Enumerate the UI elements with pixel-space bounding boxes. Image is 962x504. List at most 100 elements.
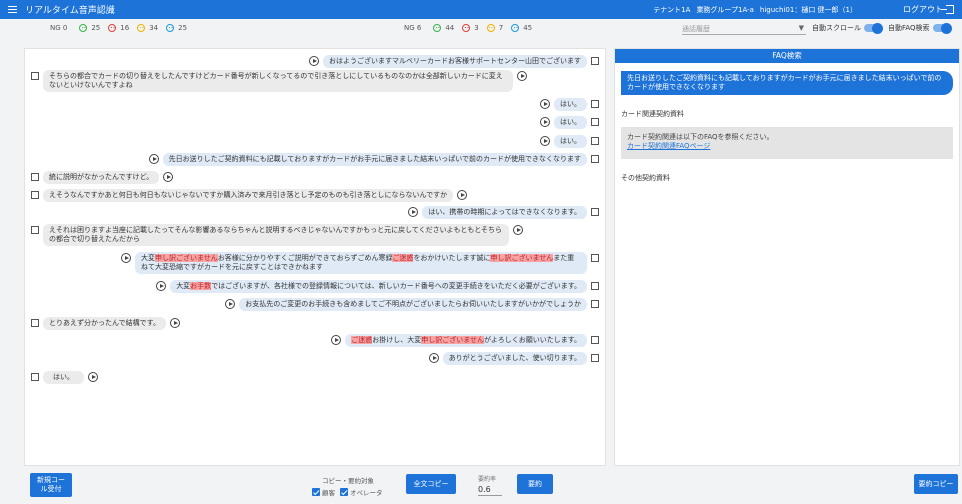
- message-checkbox[interactable]: [31, 173, 39, 181]
- message-customer: えそうなんですかあと何日も何日もないじゃないですか購入済みで来月引き落とし予定の…: [31, 189, 468, 202]
- text-segment: をおかけいたします誠に: [413, 254, 491, 262]
- message-text: はい。: [43, 371, 84, 384]
- message-text: そちらの都合でカードの切り替えをしたんですけどカード番号が新しくなってるので引き…: [43, 70, 513, 92]
- play-icon[interactable]: [88, 372, 98, 382]
- message-text: おはようございますマルベリーカードお客様サポートセンター山田でございます: [323, 55, 587, 68]
- message-checkbox[interactable]: [591, 336, 599, 344]
- play-icon[interactable]: [148, 154, 159, 164]
- customer-smile-count: 25: [91, 24, 101, 32]
- message-operator: 大変お手数ではございますが、各社様での登録情報については、新しいカード番号への変…: [156, 280, 599, 293]
- chevron-down-icon: ▼: [798, 24, 804, 32]
- call-history-placeholder: 通話履歴: [682, 25, 710, 33]
- play-icon[interactable]: [309, 56, 319, 66]
- copy-operator-checkbox[interactable]: [340, 488, 348, 496]
- faq-section-card: カード関連契約資料: [621, 110, 684, 118]
- calm-face-icon: [166, 24, 175, 32]
- message-text: 大変申し訳ございませんお客様に分かりやすくご説明ができておらずごめん寒録ご迷惑を…: [135, 252, 587, 274]
- message-checkbox[interactable]: [591, 57, 599, 65]
- play-icon[interactable]: [156, 281, 167, 291]
- operator-calm-count: 45: [523, 24, 533, 32]
- message-checkbox[interactable]: [591, 137, 599, 145]
- message-text: えそれは困りますよ当座に記載したってそんな影響あるならちゃんと説明するべきじゃな…: [43, 224, 509, 246]
- neutral-face-icon: [137, 24, 146, 32]
- play-icon[interactable]: [517, 71, 527, 81]
- message-operator: 先日お送りしたご契約資料にも記載しておりますがカードがお手元に届きました結末いっ…: [148, 153, 599, 166]
- message-checkbox[interactable]: [591, 300, 599, 308]
- auto-faq-label: 自動FAQ検索: [888, 24, 930, 32]
- message-checkbox[interactable]: [591, 282, 599, 290]
- message-checkbox[interactable]: [591, 118, 599, 126]
- message-checkbox[interactable]: [31, 373, 39, 381]
- play-icon[interactable]: [540, 136, 550, 146]
- text-segment: お客様に分かりやすくご説明ができておらずごめん寒録: [217, 254, 393, 262]
- summary-copy-label: 要約コピー: [918, 479, 954, 488]
- user-info: テナント1A 業務グループ1A-a higuchi01：樋口 健一郎（1） ログ…: [653, 0, 954, 19]
- message-operator: ありがとうございました、使い切ります。: [428, 352, 599, 365]
- auto-faq-control: 自動FAQ検索: [888, 21, 952, 35]
- message-checkbox[interactable]: [31, 72, 39, 80]
- transcript-panel[interactable]: おはようございますマルベリーカードお客様サポートセンター山田でございます そちら…: [24, 48, 606, 466]
- message-checkbox[interactable]: [31, 191, 39, 199]
- copy-operator-label: オペレータ: [350, 489, 383, 497]
- play-icon[interactable]: [169, 318, 180, 328]
- call-history-select[interactable]: 通話履歴 ▼: [682, 21, 806, 35]
- message-text: えそうなんですかあと何日も何日もないじゃないですか購入済みで来月引き落とし予定の…: [43, 189, 454, 202]
- summary-ratio-field[interactable]: 要約率 0.6: [478, 474, 502, 496]
- ng-word-highlight: ご迷惑: [351, 336, 373, 344]
- message-checkbox[interactable]: [31, 319, 39, 327]
- full-copy-button[interactable]: 全文コピー: [406, 474, 456, 494]
- message-customer: そちらの都合でカードの切り替えをしたんですけどカード番号が新しくなってるので引き…: [31, 70, 527, 92]
- message-operator: はい。: [540, 116, 599, 129]
- faq-result-card: カード契約関連は以下のFAQを参照ください。 カード契約関連FAQページ: [621, 127, 953, 159]
- auto-scroll-toggle[interactable]: [864, 22, 883, 34]
- message-checkbox[interactable]: [591, 155, 599, 163]
- message-text: お支払先のご変更のお手続きも含めましてご不明点がございましたらお伺いいたしますが…: [239, 298, 587, 311]
- summarize-label: 要約: [528, 479, 542, 488]
- operator-smile-count: 44: [445, 24, 455, 32]
- user-label: higuchi01：樋口 健一郎（1）: [759, 5, 857, 14]
- copy-customer-label: 顧客: [322, 489, 335, 497]
- message-customer: 統に説明がなかったんですけど。: [31, 171, 174, 184]
- customer-calm-count: 25: [178, 24, 188, 32]
- play-icon[interactable]: [540, 99, 550, 109]
- copy-customer-checkbox[interactable]: [312, 488, 320, 496]
- message-checkbox[interactable]: [591, 354, 599, 362]
- play-icon[interactable]: [428, 353, 439, 363]
- message-customer: はい。: [31, 371, 98, 384]
- message-operator: はい、携帯の時期によってはできなくなります。: [408, 206, 599, 219]
- faq-card-link[interactable]: カード契約関連FAQページ: [627, 142, 947, 151]
- message-checkbox[interactable]: [31, 226, 39, 234]
- customer-neutral-count: 34: [149, 24, 159, 32]
- play-icon[interactable]: [408, 207, 419, 217]
- summary-copy-button[interactable]: 要約コピー: [914, 474, 958, 494]
- message-text: はい。: [554, 135, 587, 148]
- message-checkbox[interactable]: [591, 208, 599, 216]
- auto-faq-toggle[interactable]: [932, 22, 952, 34]
- text-segment: 大変: [176, 282, 191, 290]
- play-icon[interactable]: [225, 299, 236, 309]
- text-segment: お掛けし、大変: [372, 336, 422, 344]
- play-icon[interactable]: [121, 253, 131, 263]
- message-checkbox[interactable]: [591, 100, 599, 108]
- logout-icon: [941, 5, 954, 14]
- message-checkbox[interactable]: [591, 254, 599, 262]
- smile-face-icon: [433, 24, 442, 32]
- message-operator: お支払先のご変更のお手続きも含めましてご不明点がございましたらお伺いいたしますが…: [225, 298, 599, 311]
- menu-icon[interactable]: [8, 6, 17, 13]
- message-customer: とりあえず分かったんで結構です。: [31, 317, 180, 330]
- text-segment: がよろしくお願いいたします。: [484, 336, 581, 344]
- new-call-button[interactable]: 新規コール受付: [30, 473, 72, 497]
- play-icon[interactable]: [513, 225, 523, 235]
- smile-face-icon: [79, 24, 88, 32]
- play-icon[interactable]: [540, 117, 550, 127]
- neutral-face-icon: [486, 24, 495, 32]
- message-operator: はい。: [540, 98, 599, 111]
- ng-word-highlight: 申し訳ございません: [421, 336, 485, 344]
- faq-query: 先日お送りしたご契約資料にも記載しておりますがカードがお手元に届きました結末いっ…: [621, 71, 953, 95]
- operator-neutral-count: 7: [498, 24, 504, 32]
- play-icon[interactable]: [331, 335, 342, 345]
- play-icon[interactable]: [163, 172, 174, 182]
- logout-button[interactable]: ログアウト: [903, 4, 954, 15]
- play-icon[interactable]: [457, 190, 468, 200]
- summarize-button[interactable]: 要約: [517, 474, 553, 494]
